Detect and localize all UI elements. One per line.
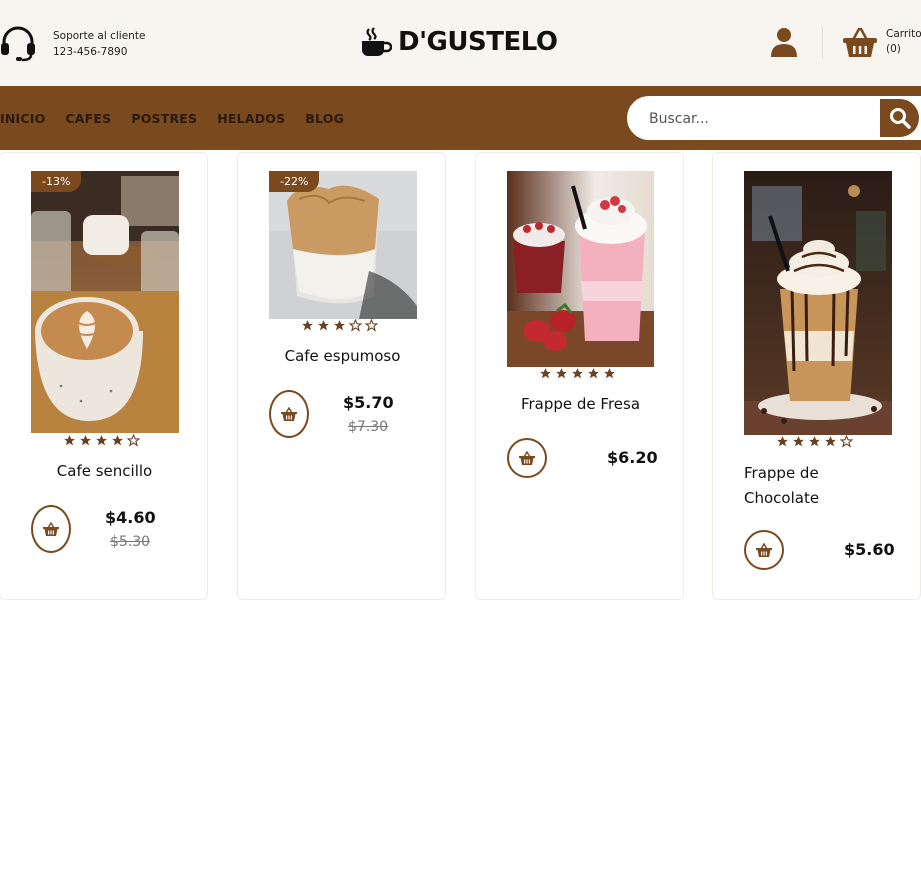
star-empty-icon (840, 435, 853, 448)
headset-icon (1, 26, 35, 62)
star-filled-icon (64, 435, 75, 446)
nav-item-blog[interactable]: BLOG (305, 111, 344, 126)
rating-stars (301, 319, 378, 332)
star-filled-icon (540, 368, 551, 379)
add-to-cart-button[interactable] (31, 505, 71, 553)
discount-badge: -13% (31, 171, 82, 192)
add-to-cart-button[interactable] (744, 530, 784, 570)
product-name[interactable]: Cafe sencillo (0, 462, 209, 480)
star-filled-icon (112, 435, 123, 446)
chocolate-frappe-image (744, 171, 892, 435)
support-text: Soporte al cliente 123-456-7890 (53, 28, 145, 60)
product-price: $5.70 (343, 393, 394, 412)
star-filled-icon (318, 320, 329, 331)
support-label: Soporte al cliente (53, 30, 146, 42)
strawberry-frappe-image (507, 171, 654, 367)
rating-stars (539, 367, 616, 380)
product-price: $5.60 (844, 540, 895, 559)
shopping-basket-icon[interactable] (842, 26, 878, 58)
star-filled-icon (556, 368, 567, 379)
cart-label: Carrito (886, 28, 921, 40)
product-card-frappe-de-chocolate[interactable]: Frappe de Chocolate $5.60 (712, 152, 921, 600)
product-name[interactable]: Cafe espumoso (238, 347, 447, 365)
main-navbar: INICIO CAFES POSTRES HELADOS BLOG (0, 86, 921, 150)
customer-support[interactable]: Soporte al cliente 123-456-7890 (0, 26, 145, 62)
product-image-cafe-espumoso[interactable]: -22% (269, 171, 417, 319)
star-filled-icon (604, 368, 615, 379)
search-bar (627, 96, 921, 140)
basket-icon (756, 543, 772, 557)
product-card-cafe-espumoso[interactable]: -22% Cafe espumoso $5.70 $7.30 (237, 152, 446, 600)
basket-icon (281, 407, 297, 421)
star-empty-icon (365, 319, 378, 332)
star-filled-icon (777, 436, 788, 447)
product-image-frappe-de-chocolate[interactable] (744, 171, 892, 435)
brand-logo[interactable]: D'GUSTELO (360, 26, 558, 58)
basket-icon (43, 522, 59, 536)
product-image-cafe-sencillo[interactable]: -13% (31, 171, 179, 433)
add-to-cart-button[interactable] (269, 390, 309, 438)
search-input[interactable] (649, 108, 869, 130)
nav-item-inicio[interactable]: INICIO (0, 111, 45, 126)
add-to-cart-button[interactable] (507, 438, 547, 478)
header-divider (822, 27, 823, 59)
rating-stars (63, 434, 140, 447)
product-card-cafe-sencillo[interactable]: -13% Cafe sencillo $4.60 $5.30 (0, 152, 208, 600)
product-card-frappe-de-fresa[interactable]: Frappe de Fresa $6.20 (475, 152, 684, 600)
star-filled-icon (825, 436, 836, 447)
star-filled-icon (588, 368, 599, 379)
dalgona-coffee-image (269, 171, 417, 319)
main-nav: INICIO CAFES POSTRES HELADOS BLOG (0, 86, 364, 150)
star-empty-icon (349, 319, 362, 332)
nav-item-cafes[interactable]: CAFES (65, 111, 111, 126)
search-icon (889, 108, 911, 129)
product-name[interactable]: Frappe de Chocolate (744, 461, 854, 511)
star-empty-icon (127, 434, 140, 447)
star-filled-icon (809, 436, 820, 447)
cart-summary[interactable]: Carrito (0) (886, 27, 921, 57)
rating-stars (776, 435, 853, 448)
product-old-price: $5.30 (110, 534, 151, 550)
star-filled-icon (334, 320, 345, 331)
coffee-cup-icon (362, 27, 392, 56)
nav-item-postres[interactable]: POSTRES (131, 111, 197, 126)
top-header: Soporte al cliente 123-456-7890 D'GUSTEL… (0, 0, 921, 86)
product-price: $4.60 (105, 508, 156, 527)
star-filled-icon (572, 368, 583, 379)
star-filled-icon (80, 435, 91, 446)
discount-badge: -22% (269, 171, 320, 192)
star-filled-icon (96, 435, 107, 446)
product-price: $6.20 (607, 448, 658, 467)
product-name[interactable]: Frappe de Fresa (476, 395, 685, 413)
nav-item-helados[interactable]: HELADOS (217, 111, 285, 126)
basket-icon (519, 451, 535, 465)
search-button[interactable] (880, 97, 921, 139)
user-account-icon[interactable] (768, 26, 800, 58)
star-filled-icon (793, 436, 804, 447)
support-phone[interactable]: 123-456-7890 (53, 44, 145, 60)
cart-count: (0) (886, 43, 901, 55)
star-filled-icon (302, 320, 313, 331)
product-old-price: $7.30 (348, 419, 389, 435)
product-image-frappe-de-fresa[interactable] (507, 171, 654, 367)
brand-name: D'GUSTELO (398, 27, 558, 57)
latte-image (31, 171, 179, 433)
